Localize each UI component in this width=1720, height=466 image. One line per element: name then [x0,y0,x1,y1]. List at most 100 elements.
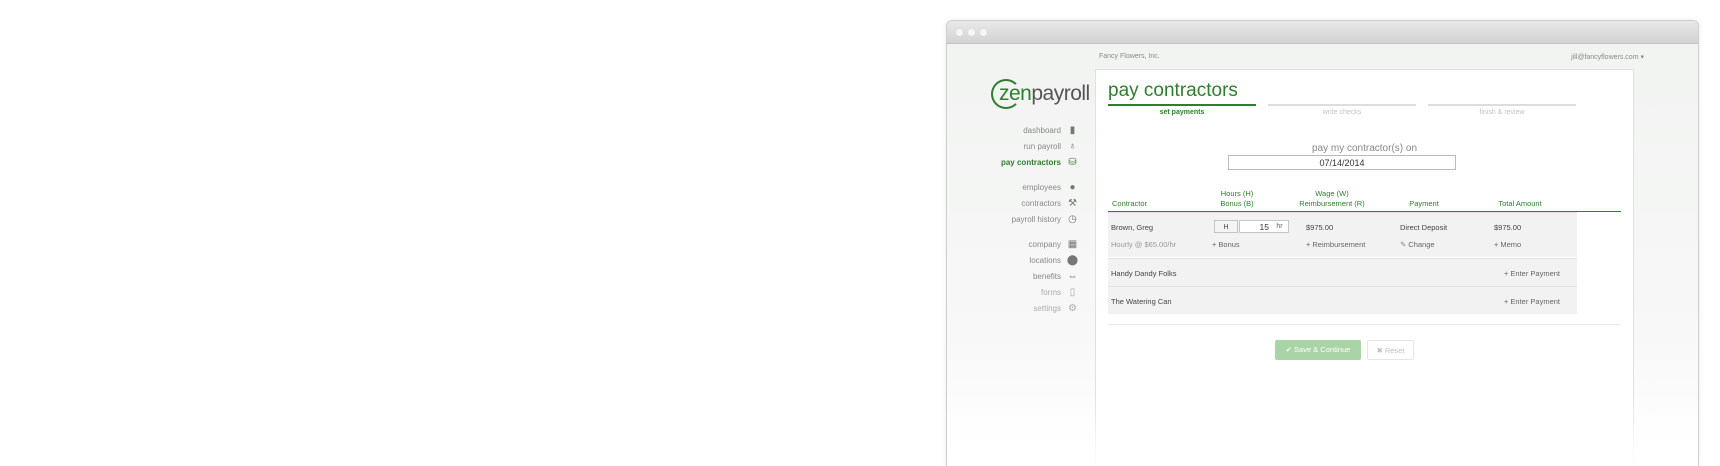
table-row: Brown, Greg Hourly @ $65.00/hr H hr $975… [1108,212,1577,257]
check-icon: ✔ [1285,345,1292,354]
zenpayroll-logo[interactable]: zenpayroll [991,77,1091,117]
sidebar-item-label: settings [1033,304,1061,313]
step-progress-bar [1268,104,1416,106]
reset-button[interactable]: ✖ Reset [1367,340,1414,360]
sidebar-item-label: company [1028,240,1061,249]
add-memo-link[interactable]: + Memo [1494,240,1521,249]
document-icon: ▯ [1069,287,1076,298]
table-bottom-divider [1108,324,1621,325]
change-payment-link[interactable]: ✎ Change [1400,240,1435,249]
link-label: Memo [1500,240,1522,249]
clock-icon: ◷ [1068,214,1077,225]
sidebar-item-label: forms [1041,288,1061,297]
link-label: Enter Payment [1510,269,1560,278]
pay-date-label: pay my contractor(s) on [1311,143,1418,154]
window-zoom-dot[interactable] [980,29,987,36]
step-set-payments[interactable]: set payments [1108,104,1256,116]
sidebar-item-forms[interactable]: forms ▯ [1041,287,1078,298]
pencil-icon: ✎ [1400,240,1407,249]
header-total-amount: Total Amount [1498,199,1542,208]
header-bonus: Bonus (B) [1220,199,1254,208]
bar-chart-icon: ▮ [1069,125,1076,136]
sidebar-item-settings[interactable]: settings ⚙ [1033,303,1078,314]
sidebar-item-label: dashboard [1023,126,1061,135]
sidebar-item-benefits[interactable]: benefits ⇔ [1033,271,1078,282]
contractor-rate: Hourly @ $65.00/hr [1111,240,1177,249]
plus-icon: + [1504,269,1509,278]
sidebar-item-employees[interactable]: employees ● [1022,182,1078,193]
add-reimbursement-link[interactable]: + Reimbursement [1306,240,1365,249]
header-hours-bonus: Hours (H) Bonus (B) [1212,189,1262,209]
gear-icon: ⚙ [1068,303,1077,314]
money-bag-icon: ♁ [1068,141,1077,152]
link-label: Change [1408,240,1435,249]
add-bonus-link[interactable]: + Bonus [1212,240,1240,249]
logo-text-payroll: payroll [1031,82,1090,105]
save-continue-button[interactable]: ✔ Save & Continue [1275,340,1361,360]
link-label: Reimbursement [1312,240,1366,249]
window-minimize-dot[interactable] [968,29,975,36]
wage-amount: $975.00 [1306,223,1334,232]
user-menu[interactable]: jill@fancyflowers.com ▾ [1571,53,1644,61]
step-label: finish & review [1479,109,1525,116]
cash-icon: ⛁ [1068,157,1077,168]
step-label: write checks [1322,109,1362,116]
pay-date-input[interactable] [1228,155,1456,170]
total-amount: $975.00 [1494,223,1522,232]
dumbbell-icon: ⇔ [1067,271,1078,282]
user-email: jill@fancyflowers.com [1571,54,1639,61]
plus-icon: + [1306,240,1311,249]
sidebar-item-pay-contractors[interactable]: pay contractors ⛁ [1001,157,1078,168]
step-label: set payments [1159,109,1205,116]
header-reimbursement: Reimbursement (R) [1299,199,1365,208]
step-finish-review: finish & review [1428,104,1576,116]
contractor-name: Brown, Greg [1111,223,1154,232]
sidebar-item-label: benefits [1032,272,1061,281]
header-payment: Payment [1409,199,1439,208]
step-progress-bar [1108,104,1256,106]
sidebar-item-contractors[interactable]: contractors ⚒ [1021,198,1078,209]
contractor-name: The Watering Can [1111,297,1172,306]
link-label: Bonus [1218,240,1240,249]
payment-method: Direct Deposit [1400,223,1448,232]
hammer-icon: ⚒ [1068,198,1077,209]
window-close-dot[interactable] [956,29,963,36]
table-row: Handy Dandy Folks + Enter Payment [1108,258,1577,286]
sidebar-item-label: employees [1022,183,1061,192]
step-write-checks: write checks [1268,104,1416,116]
sidebar-item-label: contractors [1021,199,1061,208]
close-icon: ✖ [1376,346,1383,355]
hours-unit: hr [1271,220,1289,233]
enter-payment-link[interactable]: + Enter Payment [1504,269,1560,278]
sidebar-item-dashboard[interactable]: dashboard ▮ [1023,125,1078,136]
sidebar-item-label: locations [1029,256,1061,265]
sidebar-item-run-payroll[interactable]: run payroll ♁ [1024,141,1078,152]
link-label: Enter Payment [1510,297,1560,306]
company-name: Fancy Flowers, Inc. [1099,53,1160,60]
plus-icon: + [1494,240,1499,249]
sidebar-item-company[interactable]: company ▦ [1029,239,1078,250]
header-wage-reimbursement: Wage (W) Reimbursement (R) [1292,189,1372,209]
sidebar-item-locations[interactable]: locations ⬤ [1029,255,1078,266]
sidebar-item-label: pay contractors [1000,158,1061,167]
hours-input[interactable] [1239,220,1273,233]
app-window: Fancy Flowers, Inc. jill@fancyflowers.co… [946,20,1699,466]
window-titlebar [947,21,1698,44]
sidebar-item-label: payroll history [1011,215,1061,224]
page-title: pay contractors [1108,80,1238,101]
button-label: Reset [1384,346,1405,355]
sidebar-item-payroll-history[interactable]: payroll history ◷ [1012,214,1078,225]
hours-bonus-toggle[interactable]: H [1214,220,1238,233]
building-icon: ▦ [1067,239,1078,250]
header-hours: Hours (H) [1220,189,1254,198]
contractor-name: Handy Dandy Folks [1111,269,1177,278]
header-wage: Wage (W) [1315,189,1349,198]
enter-payment-link[interactable]: + Enter Payment [1504,297,1560,306]
header-contractor: Contractor [1112,199,1148,208]
button-label: Save & Continue [1294,345,1351,354]
chevron-down-icon: ▾ [1640,54,1644,61]
logo-text-zen: zen [999,82,1032,105]
plus-icon: + [1212,240,1217,249]
person-icon: ● [1069,182,1076,193]
table-row: The Watering Can + Enter Payment [1108,286,1577,314]
